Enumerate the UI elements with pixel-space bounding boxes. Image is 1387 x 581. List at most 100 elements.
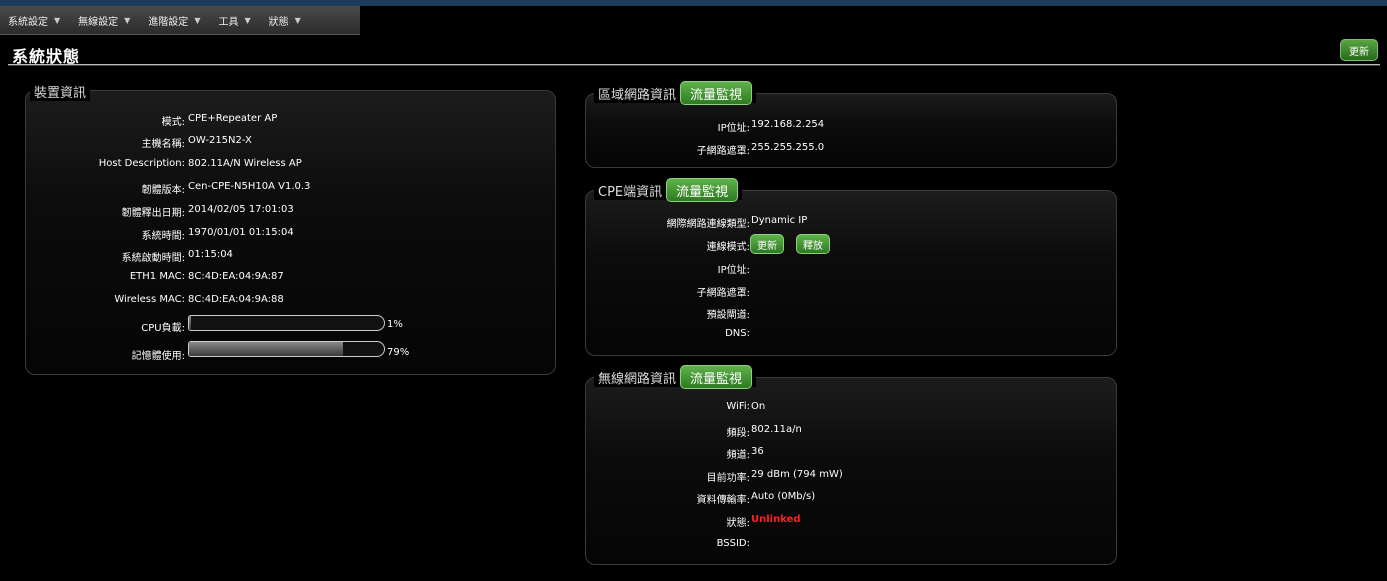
lan-traffic-monitor-button[interactable]: 流量監視 xyxy=(680,81,753,105)
row-value: 802.11A/N Wireless AP xyxy=(188,158,302,169)
row-label: 預設閘道: xyxy=(706,310,750,321)
row-value: 2014/02/05 17:01:03 xyxy=(188,204,294,215)
row-value: 192.168.2.254 xyxy=(751,119,825,130)
cpe-info-panel: CPE端資訊 流量監視 網際網路連線類型: Dynamic IP 連線模式: 更… xyxy=(585,178,1117,356)
link-status-value: Unlinked xyxy=(751,514,801,525)
row-value: 255.255.255.0 xyxy=(751,142,825,153)
memory-progress-fill xyxy=(189,342,344,356)
row-label: 連線模式: xyxy=(706,242,750,253)
row-label: 系統時間: xyxy=(141,231,185,242)
device-info-legend: 裝置資訊 xyxy=(30,81,91,101)
row-label: 網際網路連線類型: xyxy=(666,219,750,230)
row-value: 802.11a/n xyxy=(751,424,802,435)
row-value: Auto (0Mb/s) xyxy=(751,491,816,502)
row-value: Dynamic IP xyxy=(751,215,808,226)
lan-info-title: 區域網路資訊 xyxy=(598,87,677,103)
wireless-row-band: 頻段: 802.11a/n xyxy=(586,424,1116,440)
lan-row-mask: 子網路遮罩: 255.255.255.0 xyxy=(586,142,1116,158)
device-row-wireless-mac: Wireless MAC: 8C:4D:EA:04:9A:88 xyxy=(26,294,555,310)
row-label: IP位址: xyxy=(717,265,750,276)
device-row-cpu: CPU負載: 1% xyxy=(26,315,555,335)
cpe-row-conn-type: 網際網路連線類型: Dynamic IP xyxy=(586,215,1116,231)
wireless-row-status: 狀態: Unlinked xyxy=(586,514,1116,530)
row-value: 29 dBm (794 mW) xyxy=(751,469,843,480)
chevron-down-icon: ▼ xyxy=(294,15,301,25)
lan-row-ip: IP位址: 192.168.2.254 xyxy=(586,119,1116,135)
wireless-row-power: 目前功率: 29 dBm (794 mW) xyxy=(586,469,1116,485)
wireless-row-channel: 頻道: 36 xyxy=(586,446,1116,462)
chevron-down-icon: ▼ xyxy=(244,15,251,25)
wireless-row-bssid: BSSID: xyxy=(586,538,1116,554)
row-value: 01:15:04 xyxy=(188,249,233,260)
lan-info-panel: 區域網路資訊 流量監視 IP位址: 192.168.2.254 子網路遮罩: 2… xyxy=(585,81,1117,168)
title-divider-shadow xyxy=(8,65,1380,66)
wireless-info-panel: 無線網路資訊 流量監視 WiFi: On 頻段: 802.11a/n 頻道: 3… xyxy=(585,365,1117,565)
cpe-row-ip: IP位址: xyxy=(586,261,1116,277)
menu-advanced-settings[interactable]: 進階設定 ▼ xyxy=(140,6,210,34)
row-label: 頻段: xyxy=(726,428,750,439)
wireless-traffic-monitor-button[interactable]: 流量監視 xyxy=(680,365,753,389)
row-value: On xyxy=(751,401,766,412)
row-label: 狀態: xyxy=(726,518,750,529)
menu-status[interactable]: 狀態 ▼ xyxy=(261,6,311,34)
wireless-row-rate: 資料傳輸率: Auto (0Mb/s) xyxy=(586,491,1116,507)
device-row-firmware-date: 韌體釋出日期: 2014/02/05 17:01:03 xyxy=(26,204,555,220)
refresh-button[interactable]: 更新 xyxy=(1340,39,1378,61)
row-label: Host Description: xyxy=(98,158,185,169)
row-label: IP位址: xyxy=(717,123,750,134)
chevron-down-icon: ▼ xyxy=(194,15,201,25)
row-label: 系統啟動時間: xyxy=(121,253,185,264)
device-row-mode: 模式: CPE+Repeater AP xyxy=(26,113,555,129)
row-label: 子網路遮罩: xyxy=(696,146,750,157)
cpe-row-gateway: 預設閘道: xyxy=(586,306,1116,322)
menu-label: 工具 xyxy=(218,16,239,28)
row-label: 頻道: xyxy=(726,450,750,461)
lan-info-legend: 區域網路資訊 流量監視 xyxy=(594,81,757,105)
device-row-firmware-version: 韌體版本: Cen-CPE-N5H10A V1.0.3 xyxy=(26,181,555,197)
wireless-row-wifi: WiFi: On xyxy=(586,401,1116,417)
menu-tools[interactable]: 工具 ▼ xyxy=(210,6,260,34)
device-row-uptime: 系統啟動時間: 01:15:04 xyxy=(26,249,555,265)
row-label: BSSID: xyxy=(716,538,750,549)
row-label: 目前功率: xyxy=(706,473,750,484)
menu-label: 系統設定 xyxy=(8,16,48,28)
row-value: 36 xyxy=(751,446,764,457)
device-row-memory: 記憶體使用: 79% xyxy=(26,341,555,363)
device-row-eth1-mac: ETH1 MAC: 8C:4D:EA:04:9A:87 xyxy=(26,271,555,287)
row-value: 1970/01/01 01:15:04 xyxy=(188,227,294,238)
release-button[interactable]: 釋放 xyxy=(796,234,830,254)
renew-button[interactable]: 更新 xyxy=(750,234,784,254)
row-value: 8C:4D:EA:04:9A:87 xyxy=(188,271,284,282)
device-info-title: 裝置資訊 xyxy=(34,85,87,101)
main-menu-bar: 系統設定 ▼ 無線設定 ▼ 進階設定 ▼ 工具 ▼ 狀態 ▼ xyxy=(0,6,360,35)
cpu-value: 1% xyxy=(387,319,403,330)
menu-label: 無線設定 xyxy=(78,16,119,28)
row-label: Wireless MAC: xyxy=(114,294,185,305)
row-label: 子網路遮罩: xyxy=(696,288,750,299)
row-label: DNS: xyxy=(725,328,750,339)
cpe-info-legend: CPE端資訊 流量監視 xyxy=(594,178,743,202)
row-label: 資料傳輸率: xyxy=(696,495,750,506)
menu-system-settings[interactable]: 系統設定 ▼ xyxy=(0,6,70,34)
wireless-info-legend: 無線網路資訊 流量監視 xyxy=(594,365,757,389)
cpe-traffic-monitor-button[interactable]: 流量監視 xyxy=(666,178,739,202)
device-row-host-description: Host Description: 802.11A/N Wireless AP xyxy=(26,158,555,174)
row-value: CPE+Repeater AP xyxy=(188,113,278,124)
row-value: OW-215N2-X xyxy=(188,135,252,146)
row-value: 8C:4D:EA:04:9A:88 xyxy=(188,294,284,305)
row-value: Cen-CPE-N5H10A V1.0.3 xyxy=(188,181,311,192)
row-label: 韌體釋出日期: xyxy=(121,208,185,219)
row-label: 記憶體使用: xyxy=(131,351,185,362)
cpe-row-mask: 子網路遮罩: xyxy=(586,284,1116,300)
chevron-down-icon: ▼ xyxy=(124,15,131,25)
row-label: CPU負載: xyxy=(141,323,185,334)
cpe-info-title: CPE端資訊 xyxy=(598,184,663,200)
cpe-row-conn-mode: 連線模式: 更新 釋放 xyxy=(586,234,1116,254)
chevron-down-icon: ▼ xyxy=(54,15,61,25)
memory-value: 79% xyxy=(387,347,410,358)
menu-label: 進階設定 xyxy=(148,16,189,28)
menu-wireless-settings[interactable]: 無線設定 ▼ xyxy=(70,6,140,34)
row-label: 模式: xyxy=(161,117,185,128)
cpe-row-dns: DNS: xyxy=(586,328,1116,344)
device-row-system-time: 系統時間: 1970/01/01 01:15:04 xyxy=(26,227,555,243)
